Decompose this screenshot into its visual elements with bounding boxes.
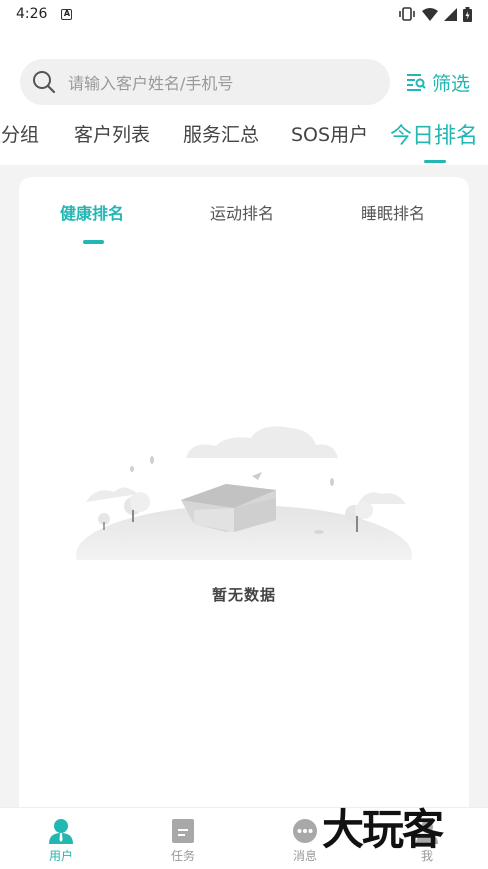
empty-state-text: 暂无数据	[211, 586, 276, 604]
nav-label-message: 消息	[292, 849, 317, 863]
nav-item-user[interactable]: 用户	[0, 808, 122, 869]
empty-state-illustration	[76, 426, 412, 560]
message-icon	[293, 819, 317, 843]
battery-icon	[463, 6, 472, 22]
subtab-sport-ranking[interactable]: 运动排名	[210, 200, 274, 224]
search-placeholder: 请输入客户姓名/手机号	[68, 74, 234, 93]
tab-sos-users[interactable]: SOS用户	[291, 120, 368, 147]
subtab-indicator	[83, 240, 104, 244]
task-icon	[172, 819, 194, 843]
nav-label-task: 任务	[170, 849, 195, 863]
tab-customer-list[interactable]: 客户列表	[74, 120, 150, 147]
nav-label-user: 用户	[48, 849, 73, 863]
subtab-sleep-ranking[interactable]: 睡眠排名	[361, 200, 425, 224]
sub-tabs: 健康排名 运动排名 睡眠排名	[19, 200, 469, 230]
user-icon	[49, 819, 73, 844]
search-icon	[33, 71, 56, 94]
wifi-icon	[422, 7, 438, 21]
search-input[interactable]: 请输入客户姓名/手机号	[20, 59, 390, 105]
status-icons	[398, 6, 472, 22]
status-time: 4:26	[16, 6, 48, 22]
tab-today-ranking[interactable]: 今日排名	[390, 118, 478, 150]
watermark: 大玩客	[322, 805, 444, 854]
status-bar: 4:26 A	[0, 0, 488, 28]
subtab-health-ranking[interactable]: 健康排名	[60, 200, 124, 224]
vibrate-icon	[399, 7, 415, 21]
tab-group[interactable]: 医分组	[0, 120, 39, 147]
notification-a-icon: A	[61, 8, 73, 20]
top-tabs: 医分组 客户列表 服务汇总 SOS用户 今日排名	[0, 108, 488, 164]
tab-service-summary[interactable]: 服务汇总	[183, 120, 259, 147]
nav-item-task[interactable]: 任务	[122, 808, 244, 869]
search-row: 请输入客户姓名/手机号 筛选	[20, 58, 474, 106]
filter-label: 筛选	[431, 72, 470, 95]
filter-icon	[406, 74, 426, 91]
tab-indicator	[424, 160, 446, 163]
filter-button[interactable]: 筛选	[406, 69, 474, 96]
signal-icon	[444, 7, 457, 21]
